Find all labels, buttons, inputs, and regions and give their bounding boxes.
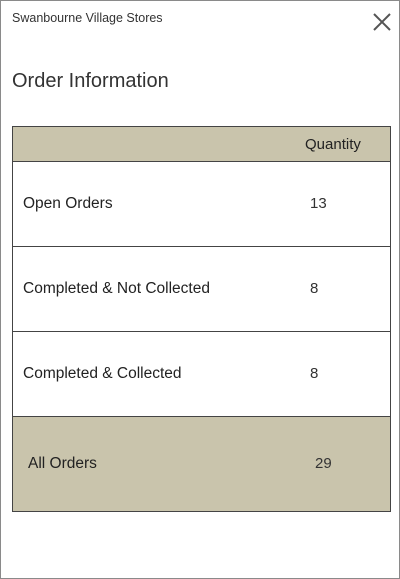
row-quantity: 8 [310, 365, 319, 382]
quantity-column-header: Quantity [305, 136, 361, 153]
orders-table: Quantity Open Orders 13 Completed & Not … [12, 126, 391, 512]
store-name: Swanbourne Village Stores [12, 11, 163, 25]
table-row-all-orders: All Orders 29 [13, 417, 390, 511]
table-header-row: Quantity [13, 127, 390, 162]
table-row-completed-collected: Completed & Collected 8 [13, 332, 390, 417]
row-label: Open Orders [23, 195, 113, 212]
order-info-panel: Swanbourne Village Stores Order Informat… [0, 0, 400, 579]
page-title: Order Information [12, 70, 169, 92]
total-quantity: 29 [315, 455, 332, 472]
table-row-open-orders: Open Orders 13 [13, 162, 390, 247]
table-row-completed-not-collected: Completed & Not Collected 8 [13, 247, 390, 332]
row-label: Completed & Collected [23, 365, 182, 382]
total-label: All Orders [28, 455, 97, 472]
row-label: Completed & Not Collected [23, 280, 210, 297]
row-quantity: 13 [310, 195, 327, 212]
close-icon [373, 13, 391, 31]
row-quantity: 8 [310, 280, 319, 297]
close-button[interactable] [370, 10, 394, 34]
